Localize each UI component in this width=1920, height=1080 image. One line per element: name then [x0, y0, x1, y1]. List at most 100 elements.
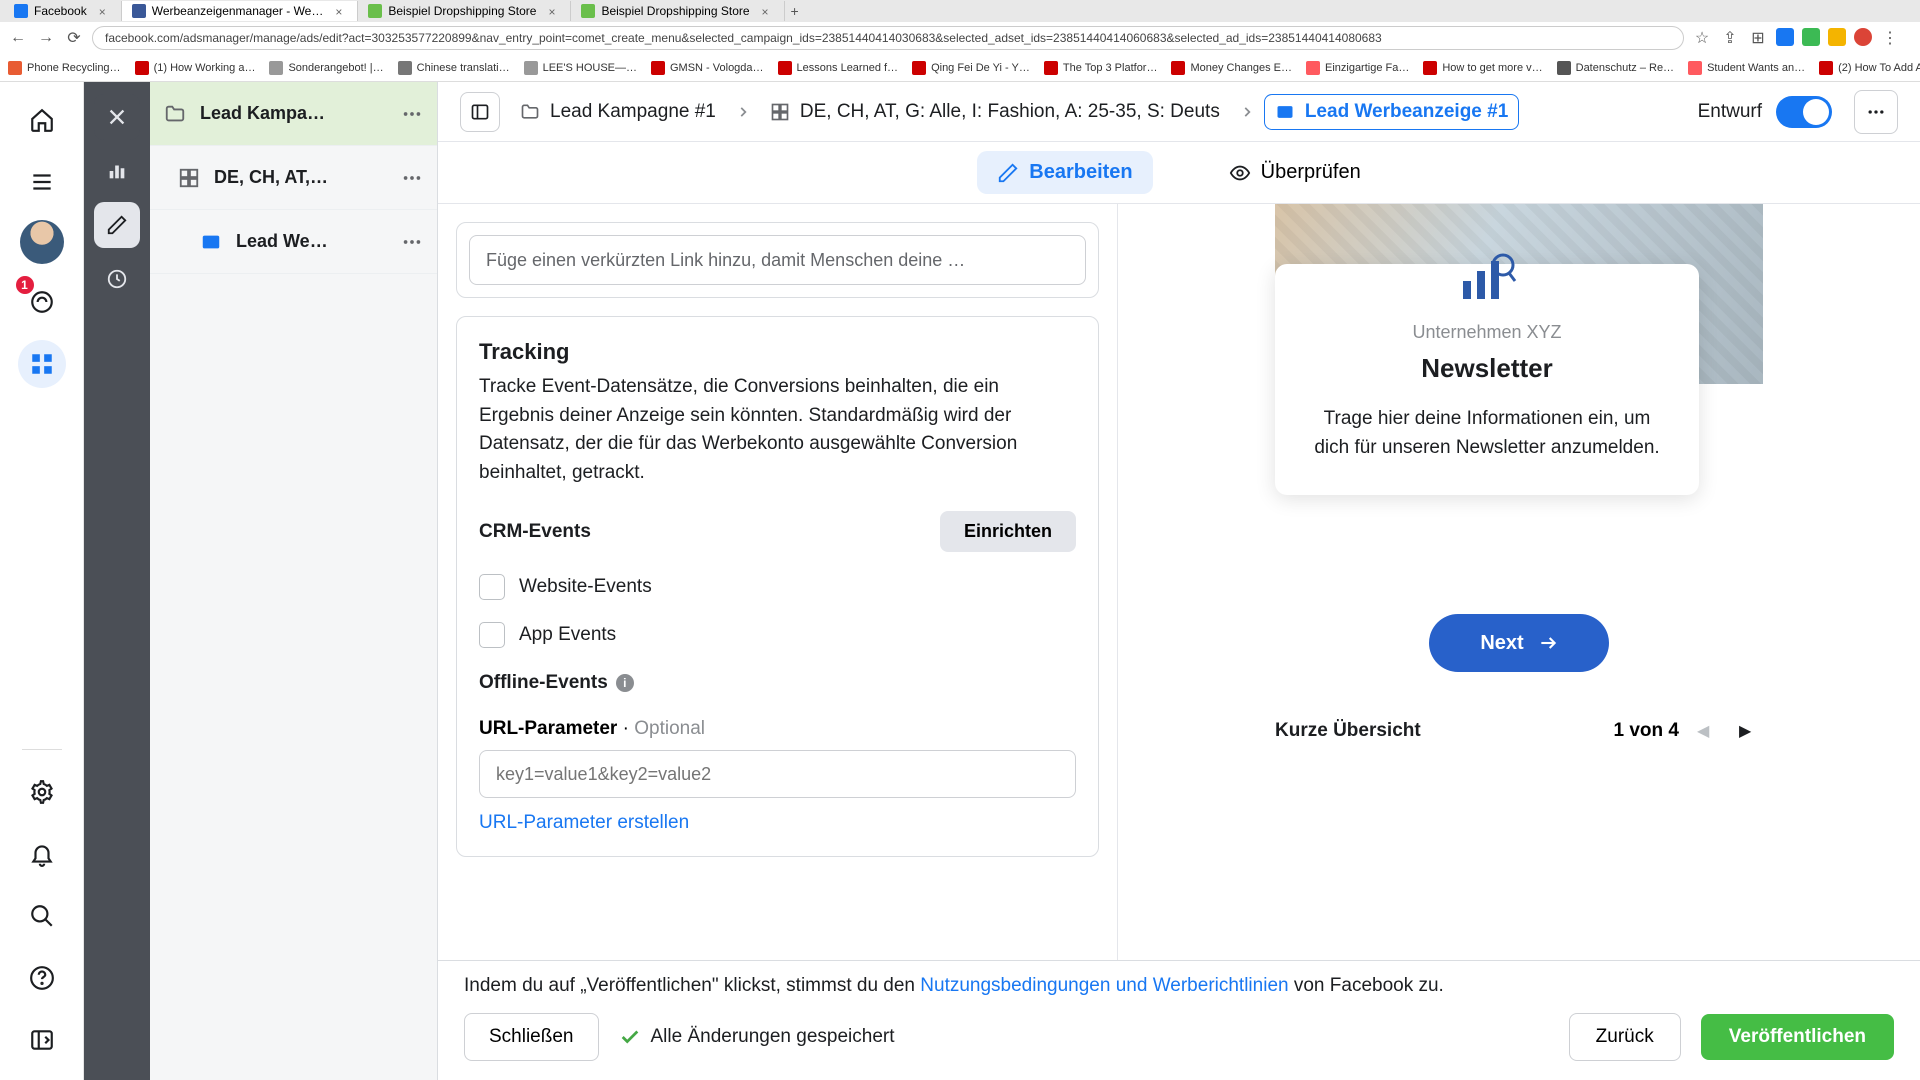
bookmark-label: Qing Fei De Yi - Y…: [931, 62, 1030, 74]
notifications-icon[interactable]: [18, 830, 66, 878]
bookmark-item[interactable]: Datenschutz – Re…: [1557, 61, 1674, 75]
preview-next-button[interactable]: Next: [1429, 614, 1609, 672]
breadcrumb-more-button[interactable]: [1854, 90, 1898, 134]
overview-icon[interactable]: 1: [18, 278, 66, 326]
bookmark-item[interactable]: Phone Recycling…: [8, 61, 121, 75]
star-icon[interactable]: ☆: [1692, 28, 1712, 48]
form-column: Füge einen verkürzten Link hinzu, damit …: [438, 204, 1118, 960]
url-bar[interactable]: facebook.com/adsmanager/manage/ads/edit?…: [92, 26, 1684, 50]
new-tab-button[interactable]: +: [785, 3, 805, 19]
ads-manager-icon[interactable]: [18, 340, 66, 388]
home-icon[interactable]: [18, 96, 66, 144]
search-icon[interactable]: [18, 892, 66, 940]
tab-title: Beispiel Dropshipping Store: [388, 4, 536, 18]
tab-close-icon[interactable]: ×: [548, 5, 560, 17]
more-icon[interactable]: [401, 103, 423, 125]
bookmark-item[interactable]: How to get more v…: [1423, 61, 1542, 75]
ext-icon-2[interactable]: [1802, 28, 1820, 46]
ad-icon: [1275, 102, 1295, 122]
extensions-icon[interactable]: ⊞: [1748, 28, 1768, 48]
account-avatar[interactable]: [20, 220, 64, 264]
fb-extension-icon[interactable]: [1776, 28, 1794, 46]
preview-company: Unternehmen XYZ: [1307, 322, 1667, 343]
sidebar-toggle-button[interactable]: [460, 92, 500, 132]
share-icon[interactable]: ⇪: [1720, 28, 1740, 48]
breadcrumb-ad[interactable]: Lead Werbeanzeige #1: [1264, 94, 1519, 130]
more-icon[interactable]: [401, 231, 423, 253]
tab-edit[interactable]: Bearbeiten: [977, 151, 1152, 194]
bookmark-item[interactable]: Lessons Learned f…: [778, 61, 899, 75]
bookmark-item[interactable]: Chinese translati…: [398, 61, 510, 75]
browser-tab[interactable]: Werbeanzeigenmanager - We… ×: [122, 1, 359, 21]
browser-tab[interactable]: Beispiel Dropshipping Store×: [571, 1, 784, 21]
grid-icon: [770, 102, 790, 122]
close-button[interactable]: Schließen: [464, 1013, 599, 1061]
tos-link[interactable]: Nutzungsbedingungen und Werberichtlinien: [920, 975, 1288, 996]
back-button[interactable]: Zurück: [1569, 1013, 1681, 1061]
tab-title: Facebook: [34, 4, 87, 18]
bookmark-item[interactable]: Qing Fei De Yi - Y…: [912, 61, 1030, 75]
tab-title: Werbeanzeigenmanager - We…: [152, 4, 324, 18]
nav-forward-button[interactable]: →: [36, 28, 56, 48]
breadcrumb-adset[interactable]: DE, CH, AT, G: Alle, I: Fashion, A: 25-3…: [760, 95, 1230, 129]
short-link-input[interactable]: Füge einen verkürzten Link hinzu, damit …: [469, 235, 1086, 285]
breadcrumb-campaign-label: Lead Kampagne #1: [550, 101, 716, 123]
chart-icon[interactable]: [94, 148, 140, 194]
create-url-param-link[interactable]: URL-Parameter erstellen: [479, 812, 1076, 834]
tab-review-label: Überprüfen: [1261, 161, 1361, 184]
url-param-input[interactable]: [479, 750, 1076, 798]
tree-campaign[interactable]: Lead Kampa…: [150, 82, 437, 146]
bookmark-favicon: [1423, 61, 1437, 75]
setup-button[interactable]: Einrichten: [940, 511, 1076, 552]
breadcrumb-bar: Lead Kampagne #1 DE, CH, AT, G: Alle, I:…: [438, 82, 1920, 142]
collapse-icon[interactable]: [18, 1016, 66, 1064]
tree-adset[interactable]: DE, CH, AT,…: [150, 146, 437, 210]
bookmark-item[interactable]: LEE'S HOUSE—…: [524, 61, 637, 75]
app-events-checkbox[interactable]: [479, 622, 505, 648]
saved-indicator: Alle Änderungen gespeichert: [619, 1026, 895, 1048]
preview-footer-label: Kurze Übersicht: [1275, 720, 1421, 742]
preview-form-card: Unternehmen XYZ Newsletter Trage hier de…: [1275, 264, 1699, 495]
history-icon[interactable]: [94, 256, 140, 302]
eye-icon: [1229, 162, 1251, 184]
profile-avatar-icon[interactable]: [1854, 28, 1872, 46]
preview-body: Trage hier deine Informationen ein, um d…: [1307, 404, 1667, 463]
tab-close-icon[interactable]: ×: [762, 5, 774, 17]
preview-next-page-button[interactable]: ▶: [1739, 721, 1763, 741]
close-editor-button[interactable]: [94, 94, 140, 140]
ad-icon: [200, 231, 222, 253]
ext-icon-3[interactable]: [1828, 28, 1846, 46]
help-icon[interactable]: [18, 954, 66, 1002]
bookmark-item[interactable]: (1) How Working a…: [135, 61, 256, 75]
breadcrumb-campaign[interactable]: Lead Kampagne #1: [510, 95, 726, 129]
browser-tab[interactable]: Facebook ×: [4, 1, 122, 21]
chevron-right-icon: [736, 105, 750, 119]
bookmark-item[interactable]: Sonderangebot! |…: [269, 61, 383, 75]
nav-back-button[interactable]: ←: [8, 28, 28, 48]
bookmark-item[interactable]: (2) How To Add A…: [1819, 61, 1920, 75]
bookmark-item[interactable]: Einzigartige Fa…: [1306, 61, 1409, 75]
edit-tabs: Bearbeiten Überprüfen: [438, 142, 1920, 204]
bookmark-item[interactable]: Student Wants an…: [1688, 61, 1805, 75]
browser-tab[interactable]: Beispiel Dropshipping Store ×: [358, 1, 571, 21]
preview-prev-button[interactable]: ◀: [1697, 721, 1721, 741]
bookmark-item[interactable]: Money Changes E…: [1171, 61, 1292, 75]
bookmark-item[interactable]: The Top 3 Platfor…: [1044, 61, 1158, 75]
tree-ad[interactable]: Lead We…: [150, 210, 437, 274]
bookmark-item[interactable]: GMSN - Vologda…: [651, 61, 764, 75]
draft-toggle[interactable]: [1776, 96, 1832, 128]
nav-reload-button[interactable]: ⟳: [64, 28, 84, 48]
more-icon[interactable]: [401, 167, 423, 189]
website-events-checkbox[interactable]: [479, 574, 505, 600]
bookmark-favicon: [1688, 61, 1702, 75]
tab-close-icon[interactable]: ×: [99, 5, 111, 17]
tab-close-icon[interactable]: ×: [335, 5, 347, 17]
info-icon[interactable]: i: [616, 674, 634, 692]
menu-icon[interactable]: [18, 158, 66, 206]
edit-icon[interactable]: [94, 202, 140, 248]
tab-review[interactable]: Überprüfen: [1209, 151, 1381, 194]
publish-button[interactable]: Veröffentlichen: [1701, 1014, 1894, 1060]
chrome-menu-icon[interactable]: ⋮: [1880, 28, 1900, 48]
bookmark-favicon: [1819, 61, 1833, 75]
settings-icon[interactable]: [18, 768, 66, 816]
